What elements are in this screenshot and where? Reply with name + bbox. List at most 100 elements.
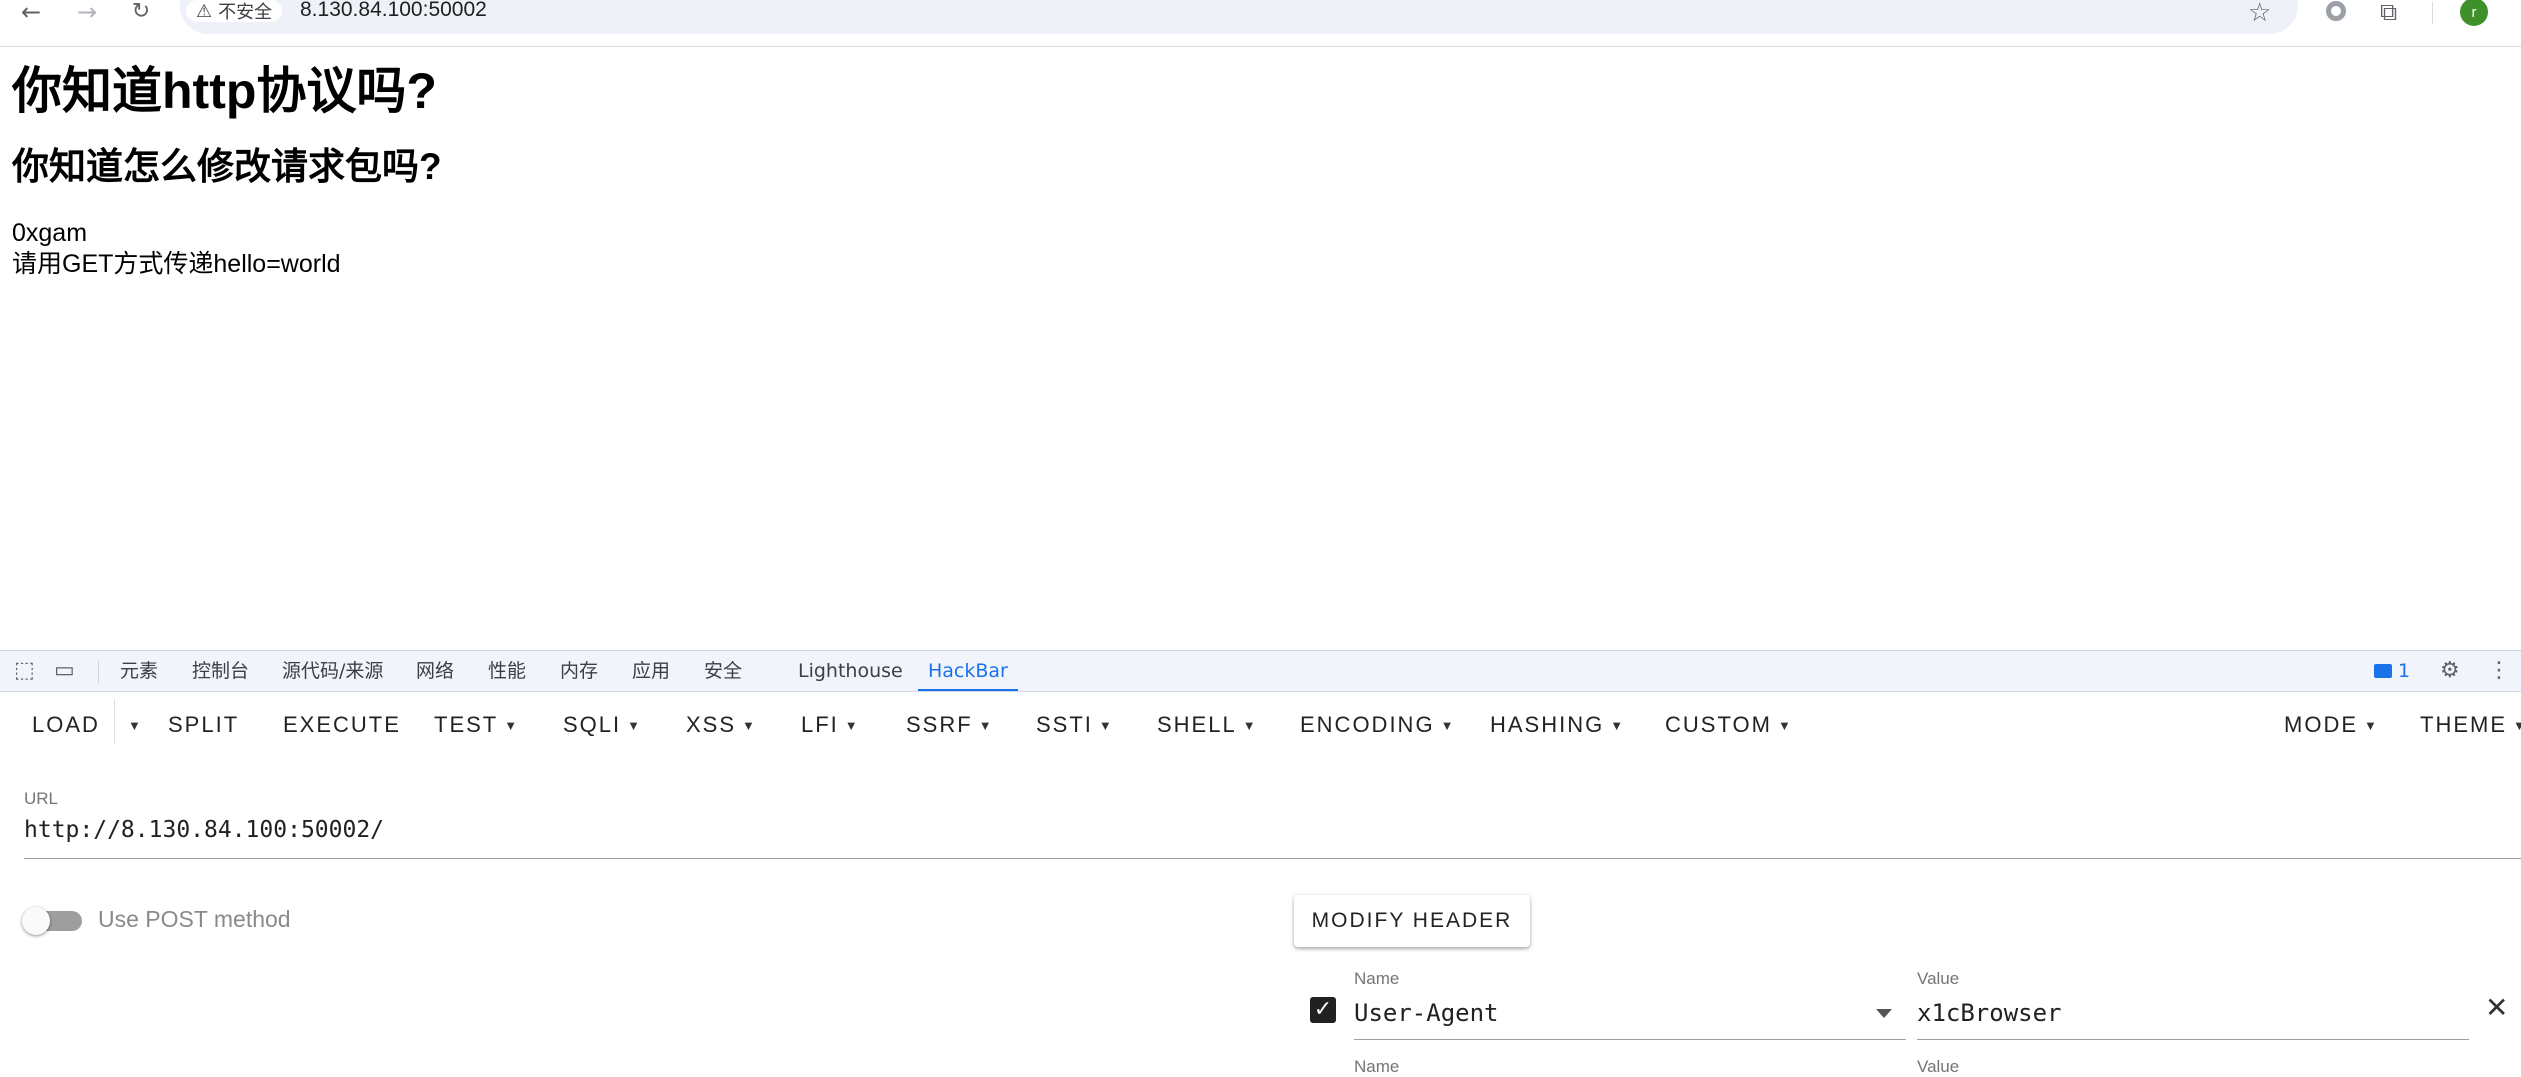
tab-hackbar[interactable]: HackBar	[918, 651, 1018, 691]
chevron-down-icon: ▼	[1777, 718, 1793, 734]
settings-gear-icon[interactable]: ⚙	[2440, 659, 2460, 683]
chevron-down-icon: ▼	[1610, 718, 1626, 734]
custom-menu[interactable]: CUSTOM ▼	[1665, 693, 1793, 757]
ssrf-menu[interactable]: SSRF ▼	[906, 693, 994, 757]
chevron-down-icon: ▼	[627, 718, 643, 734]
header-name-underline	[1354, 1039, 1906, 1040]
custom-menu-label: CUSTOM	[1665, 712, 1772, 737]
header-value-label: Value	[1917, 969, 1960, 988]
toolbar-divider	[2432, 2, 2433, 24]
load-dropdown-button[interactable]: ▼	[122, 693, 143, 757]
chevron-down-icon: ▼	[2513, 718, 2521, 733]
tab-security[interactable]: 安全	[704, 651, 742, 691]
encoding-menu-label: ENCODING	[1300, 712, 1435, 737]
address-text[interactable]: 8.130.84.100:50002	[300, 0, 487, 22]
hackbar-menu: LOAD ▼ SPLIT EXECUTE TEST ▼ SQLI ▼ XSS ▼ LF…	[0, 693, 2521, 757]
devtools-panel: ⬚ ▭ 元素 控制台 源代码/来源 网络 性能 内存 应用 安全 Lightho…	[0, 650, 2521, 1076]
chevron-down-icon: ▼	[1098, 718, 1114, 734]
chevron-down-icon: ▼	[1440, 718, 1456, 734]
issues-counter[interactable]: 1	[2374, 651, 2410, 691]
split-button[interactable]: SPLIT	[168, 693, 239, 757]
chevron-down-icon: ▼	[504, 718, 520, 734]
sqli-menu[interactable]: SQLI ▼	[563, 693, 642, 757]
reload-icon[interactable]: ↻	[124, 0, 158, 24]
extension-icon[interactable]	[2326, 1, 2346, 21]
ssti-menu[interactable]: SSTI ▼	[1036, 693, 1114, 757]
ssti-menu-label: SSTI	[1036, 712, 1093, 737]
chevron-down-icon: ▼	[844, 718, 860, 734]
url-underline	[24, 858, 2521, 859]
header-value-input[interactable]: x1cBrowser	[1917, 999, 2062, 1027]
back-icon[interactable]: ←	[14, 0, 48, 24]
encoding-menu[interactable]: ENCODING ▼	[1300, 693, 1455, 757]
forward-icon[interactable]: →	[70, 0, 104, 24]
shell-menu[interactable]: SHELL ▼	[1157, 693, 1258, 757]
more-options-icon[interactable]: ⋮	[2488, 659, 2510, 683]
lfi-menu[interactable]: LFI ▼	[801, 693, 860, 757]
mode-menu-label: MODE	[2284, 712, 2358, 737]
chevron-down-icon: ▼	[742, 718, 757, 734]
device-toolbar-icon[interactable]: ▭	[54, 659, 75, 683]
profile-avatar[interactable]: r	[2460, 0, 2488, 26]
post-toggle-thumb[interactable]	[22, 907, 50, 935]
devtools-tabbar: ⬚ ▭ 元素 控制台 源代码/来源 网络 性能 内存 应用 安全 Lightho…	[0, 651, 2521, 692]
extensions-puzzle-icon[interactable]: ⧉	[2380, 0, 2397, 26]
remove-header-icon[interactable]: ✕	[2485, 994, 2508, 1022]
chevron-down-icon: ▼	[978, 718, 994, 734]
page-text: 0xgam 请用GET方式传递hello=world	[12, 218, 442, 280]
page-content: 你知道http协议吗? 你知道怎么修改请求包吗? 0xgam 请用GET方式传递…	[12, 56, 442, 280]
url-label: URL	[24, 789, 59, 808]
mode-menu[interactable]: MODE ▼	[2284, 693, 2379, 757]
header-name-input[interactable]: User-Agent	[1354, 999, 1499, 1027]
tab-sources[interactable]: 源代码/来源	[282, 651, 383, 691]
warning-icon: ⚠	[196, 0, 213, 22]
tab-application[interactable]: 应用	[632, 651, 670, 691]
hashing-menu-label: HASHING	[1490, 712, 1605, 737]
header-name-dropdown-icon[interactable]	[1876, 1009, 1892, 1018]
lfi-menu-label: LFI	[801, 712, 839, 737]
modify-header-button[interactable]: MODIFY HEADER	[1294, 895, 1530, 947]
security-chip[interactable]: ⚠ 不安全	[186, 0, 283, 23]
xss-menu-label: XSS	[686, 712, 737, 737]
text-line-1: 0xgam	[12, 219, 88, 247]
text-line-2: 请用GET方式传递hello=world	[12, 250, 341, 278]
issues-count: 1	[2398, 660, 2411, 682]
message-icon	[2374, 664, 2392, 678]
load-separator	[114, 699, 115, 743]
tab-elements[interactable]: 元素	[120, 651, 158, 691]
ssrf-menu-label: SSRF	[906, 712, 973, 737]
address-bar[interactable]	[180, 0, 2298, 34]
hashing-menu[interactable]: HASHING ▼	[1490, 693, 1625, 757]
xss-menu[interactable]: XSS ▼	[686, 693, 757, 757]
execute-button[interactable]: EXECUTE	[283, 693, 401, 757]
tab-performance[interactable]: 性能	[488, 651, 526, 691]
header-value-underline	[1917, 1039, 2469, 1040]
header-name-label: Name	[1354, 969, 1400, 988]
theme-menu[interactable]: THEME ▼	[2420, 693, 2521, 757]
chevron-down-icon: ▼	[1242, 718, 1258, 734]
test-menu[interactable]: TEST ▼	[434, 693, 519, 757]
test-menu-label: TEST	[434, 712, 499, 737]
chevron-down-icon: ▼	[128, 718, 143, 734]
url-input[interactable]	[24, 817, 2521, 843]
theme-menu-label: THEME	[2420, 712, 2507, 737]
page-heading: 你知道http协议吗?	[12, 63, 437, 119]
browser-toolbar: ← → ↻ ⚠ 不安全 8.130.84.100:50002 ☆ ⧉ r	[0, 0, 2521, 47]
chevron-down-icon: ▼	[2364, 718, 2379, 734]
devtools-separator	[98, 661, 99, 683]
tab-memory[interactable]: 内存	[560, 651, 598, 691]
post-toggle-label: Use POST method	[98, 906, 291, 932]
shell-menu-label: SHELL	[1157, 712, 1237, 737]
header-name-label-2: Name	[1354, 1057, 1400, 1076]
sqli-menu-label: SQLI	[563, 712, 622, 737]
security-label: 不安全	[218, 2, 273, 23]
load-button[interactable]: LOAD	[32, 693, 100, 757]
header-value-label-2: Value	[1917, 1057, 1960, 1076]
bookmark-star-icon[interactable]: ☆	[2248, 0, 2271, 28]
page-subheading: 你知道怎么修改请求包吗?	[12, 146, 442, 187]
tab-network[interactable]: 网络	[416, 651, 454, 691]
header-enabled-checkbox[interactable]: ✓	[1310, 997, 1336, 1023]
tab-lighthouse[interactable]: Lighthouse	[798, 651, 903, 691]
inspect-element-icon[interactable]: ⬚	[14, 659, 35, 683]
tab-console[interactable]: 控制台	[192, 651, 249, 691]
